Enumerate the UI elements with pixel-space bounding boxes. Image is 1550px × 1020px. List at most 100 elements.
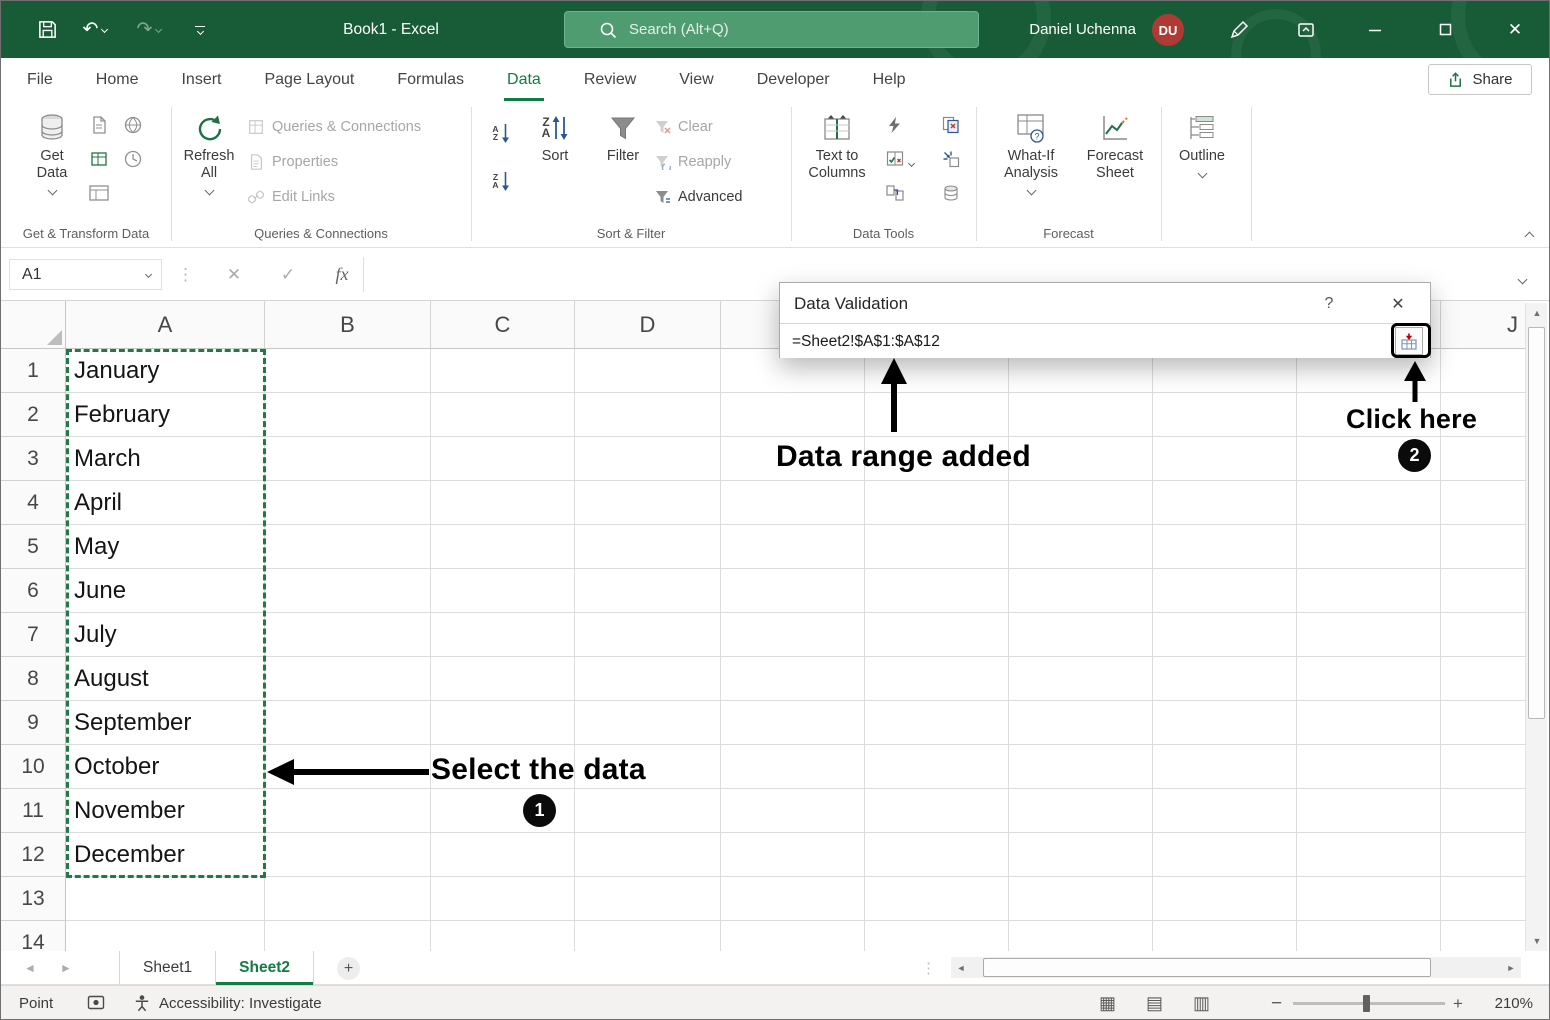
cell-J6[interactable] (1441, 569, 1525, 613)
share-button[interactable]: Share (1428, 64, 1532, 95)
dialog-close-button[interactable]: ✕ (1384, 291, 1412, 317)
cell-H6[interactable] (1153, 569, 1297, 613)
cell-J9[interactable] (1441, 701, 1525, 745)
cell-B5[interactable] (265, 525, 431, 569)
consolidate-button[interactable] (937, 145, 965, 173)
tab-formulas[interactable]: Formulas (397, 58, 464, 101)
zoom-out-button[interactable]: − (1271, 986, 1282, 1020)
tab-insert[interactable]: Insert (181, 58, 221, 101)
sheet-tab-sheet2[interactable]: Sheet2 (216, 951, 314, 985)
cell-B7[interactable] (265, 613, 431, 657)
cell-D9[interactable] (575, 701, 721, 745)
cell-I6[interactable] (1297, 569, 1441, 613)
cell-F7[interactable] (865, 613, 1009, 657)
cell-J14[interactable] (1441, 921, 1525, 951)
row-header-10[interactable]: 10 (1, 745, 66, 789)
cell-D4[interactable] (575, 481, 721, 525)
cell-H12[interactable] (1153, 833, 1297, 877)
scroll-left-icon[interactable]: ◄ (951, 957, 971, 978)
cell-F2[interactable] (865, 393, 1009, 437)
refresh-all-button[interactable]: Refresh All (179, 109, 239, 209)
row-header-2[interactable]: 2 (1, 393, 66, 437)
tab-splitter-handle[interactable]: ⋮ (921, 951, 936, 985)
reapply-button[interactable]: Reapply (655, 148, 731, 176)
cell-A6[interactable]: June (66, 569, 265, 613)
text-to-columns-button[interactable]: Text to Columns (801, 109, 873, 209)
cell-E10[interactable] (721, 745, 865, 789)
tab-developer[interactable]: Developer (757, 58, 830, 101)
cell-A1[interactable]: January (66, 349, 265, 393)
zoom-level[interactable]: 210% (1471, 986, 1533, 1020)
accessibility-status[interactable]: Accessibility: Investigate (159, 986, 322, 1020)
cell-B2[interactable] (265, 393, 431, 437)
cell-H8[interactable] (1153, 657, 1297, 701)
properties-button[interactable]: Properties (247, 148, 338, 176)
cell-E11[interactable] (721, 789, 865, 833)
undo-button[interactable]: ↶ (71, 1, 119, 58)
sort-button[interactable]: ZA Sort (529, 109, 581, 209)
cell-A8[interactable]: August (66, 657, 265, 701)
cell-C7[interactable] (431, 613, 575, 657)
horizontal-scrollbar[interactable]: ◄ ► (951, 957, 1521, 978)
tab-help[interactable]: Help (873, 58, 906, 101)
cell-G12[interactable] (1009, 833, 1153, 877)
tab-view[interactable]: View (679, 58, 713, 101)
expand-formula-bar-button[interactable] (1519, 270, 1526, 288)
cell-G11[interactable] (1009, 789, 1153, 833)
cell-D1[interactable] (575, 349, 721, 393)
cell-D6[interactable] (575, 569, 721, 613)
cell-H11[interactable] (1153, 789, 1297, 833)
cell-F14[interactable] (865, 921, 1009, 951)
macro-record-icon[interactable] (87, 995, 105, 1015)
vertical-scrollbar[interactable]: ▲ ▼ (1525, 303, 1547, 951)
cell-D13[interactable] (575, 877, 721, 921)
sort-descending-button[interactable]: ZA (487, 167, 515, 195)
cell-I12[interactable] (1297, 833, 1441, 877)
from-table-range-button[interactable] (85, 145, 113, 173)
remove-duplicates-button[interactable] (937, 111, 965, 139)
cell-E5[interactable] (721, 525, 865, 569)
edit-links-button[interactable]: Edit Links (247, 183, 335, 211)
normal-view-icon[interactable]: ▦ (1099, 993, 1116, 1014)
cell-G9[interactable] (1009, 701, 1153, 745)
insert-function-button[interactable]: fx (325, 248, 359, 301)
row-header-7[interactable]: 7 (1, 613, 66, 657)
cell-D11[interactable] (575, 789, 721, 833)
cell-J1[interactable] (1441, 349, 1525, 393)
cell-C6[interactable] (431, 569, 575, 613)
cell-A7[interactable]: July (66, 613, 265, 657)
relationships-button[interactable] (881, 179, 909, 207)
cell-G8[interactable] (1009, 657, 1153, 701)
column-header-C[interactable]: C (431, 301, 575, 349)
cell-E8[interactable] (721, 657, 865, 701)
cell-H14[interactable] (1153, 921, 1297, 951)
name-box[interactable]: A1 (9, 259, 162, 290)
cell-A14[interactable] (66, 921, 265, 951)
cell-F11[interactable] (865, 789, 1009, 833)
sheet-nav-left-icon[interactable]: ◄ (17, 951, 43, 985)
sheet-nav-right-icon[interactable]: ► (53, 951, 79, 985)
cell-F8[interactable] (865, 657, 1009, 701)
column-header-J[interactable]: J (1441, 301, 1525, 349)
row-header-13[interactable]: 13 (1, 877, 66, 921)
cell-C4[interactable] (431, 481, 575, 525)
cell-J13[interactable] (1441, 877, 1525, 921)
page-break-view-icon[interactable]: ▥ (1193, 993, 1210, 1014)
cell-E13[interactable] (721, 877, 865, 921)
cell-B9[interactable] (265, 701, 431, 745)
cell-J12[interactable] (1441, 833, 1525, 877)
zoom-slider[interactable] (1293, 1002, 1445, 1005)
cell-E4[interactable] (721, 481, 865, 525)
avatar[interactable]: DU (1152, 14, 1184, 46)
cell-G10[interactable] (1009, 745, 1153, 789)
cell-G13[interactable] (1009, 877, 1153, 921)
cell-E2[interactable] (721, 393, 865, 437)
row-header-4[interactable]: 4 (1, 481, 66, 525)
tab-review[interactable]: Review (584, 58, 636, 101)
scroll-up-icon[interactable]: ▲ (1526, 303, 1548, 323)
horizontal-scrollbar-thumb[interactable] (983, 958, 1431, 977)
accessibility-icon[interactable] (133, 994, 151, 1016)
cell-D7[interactable] (575, 613, 721, 657)
cell-B8[interactable] (265, 657, 431, 701)
zoom-slider-thumb[interactable] (1363, 995, 1370, 1012)
